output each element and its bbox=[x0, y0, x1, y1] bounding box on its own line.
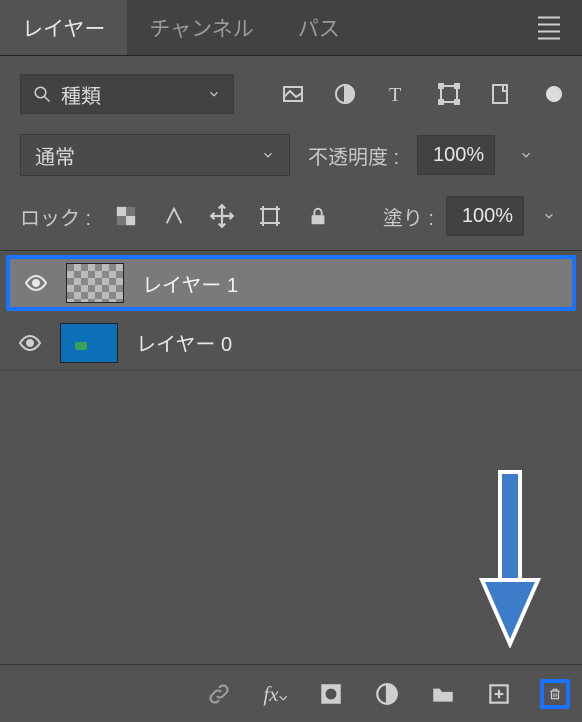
layer-name: レイヤー 1 bbox=[142, 269, 238, 298]
layer-row[interactable]: レイヤー 0 bbox=[0, 315, 582, 371]
opacity-field[interactable]: 100% bbox=[417, 135, 495, 175]
lock-icons bbox=[113, 203, 331, 229]
svg-text:fx: fx bbox=[263, 682, 279, 706]
filter-row: 種類 T bbox=[0, 56, 582, 124]
svg-text:T: T bbox=[389, 84, 401, 106]
blend-mode-label: 通常 bbox=[35, 141, 75, 170]
fill-dropdown[interactable] bbox=[536, 196, 562, 236]
lock-label: ロック : bbox=[20, 202, 91, 231]
lock-artboard-icon[interactable] bbox=[257, 203, 283, 229]
lock-row: ロック : 塗り : 100% bbox=[0, 186, 582, 251]
filter-adjustment-icon[interactable] bbox=[332, 81, 358, 107]
opacity-value: 100% bbox=[433, 144, 484, 167]
opacity-label: 不透明度 : bbox=[308, 141, 399, 170]
filter-kind-label: 種類 bbox=[61, 80, 101, 109]
search-icon bbox=[33, 85, 51, 103]
filter-shape-icon[interactable] bbox=[436, 81, 462, 107]
blend-row: 通常 不透明度 : 100% bbox=[0, 124, 582, 186]
lock-all-icon[interactable] bbox=[305, 203, 331, 229]
chevron-down-icon bbox=[207, 87, 221, 101]
panel-menu-icon[interactable] bbox=[532, 10, 566, 45]
lock-image-icon[interactable] bbox=[161, 203, 187, 229]
layer-thumbnail[interactable] bbox=[60, 323, 118, 363]
layer-row[interactable]: レイヤー 1 bbox=[6, 255, 576, 311]
layer-name: レイヤー 0 bbox=[136, 328, 232, 357]
visibility-eye-icon[interactable] bbox=[24, 271, 48, 295]
panel-tabs: レイヤー チャンネル パス bbox=[0, 0, 582, 56]
tab-paths[interactable]: パス bbox=[276, 0, 362, 55]
visibility-eye-icon[interactable] bbox=[18, 331, 42, 355]
layer-mask-icon[interactable] bbox=[316, 679, 346, 709]
fill-value: 100% bbox=[462, 205, 513, 228]
lock-position-icon[interactable] bbox=[209, 203, 235, 229]
panel-footer: fx bbox=[0, 664, 582, 722]
filter-type-icon[interactable]: T bbox=[384, 81, 410, 107]
delete-layer-icon[interactable] bbox=[540, 679, 570, 709]
fill-field[interactable]: 100% bbox=[446, 196, 524, 236]
filter-type-icons: T bbox=[280, 81, 562, 107]
filter-smartobject-icon[interactable] bbox=[488, 81, 514, 107]
filter-pixel-icon[interactable] bbox=[280, 81, 306, 107]
chevron-down-icon bbox=[261, 148, 275, 162]
layer-style-icon[interactable]: fx bbox=[260, 679, 290, 709]
layer-thumbnail[interactable] bbox=[66, 263, 124, 303]
adjustment-layer-icon[interactable] bbox=[372, 679, 402, 709]
annotation-arrow-icon bbox=[478, 468, 542, 648]
new-layer-icon[interactable] bbox=[484, 679, 514, 709]
tab-layers[interactable]: レイヤー bbox=[0, 0, 127, 55]
lock-transparent-icon[interactable] bbox=[113, 203, 139, 229]
new-group-icon[interactable] bbox=[428, 679, 458, 709]
filter-toggle-icon[interactable] bbox=[546, 86, 562, 102]
layers-list: レイヤー 1 レイヤー 0 bbox=[0, 255, 582, 371]
blend-mode-select[interactable]: 通常 bbox=[20, 134, 290, 176]
fill-label: 塗り : bbox=[383, 202, 434, 231]
link-layers-icon[interactable] bbox=[204, 679, 234, 709]
opacity-dropdown[interactable] bbox=[513, 135, 539, 175]
filter-kind-select[interactable]: 種類 bbox=[20, 74, 234, 114]
tab-channels[interactable]: チャンネル bbox=[127, 0, 275, 55]
